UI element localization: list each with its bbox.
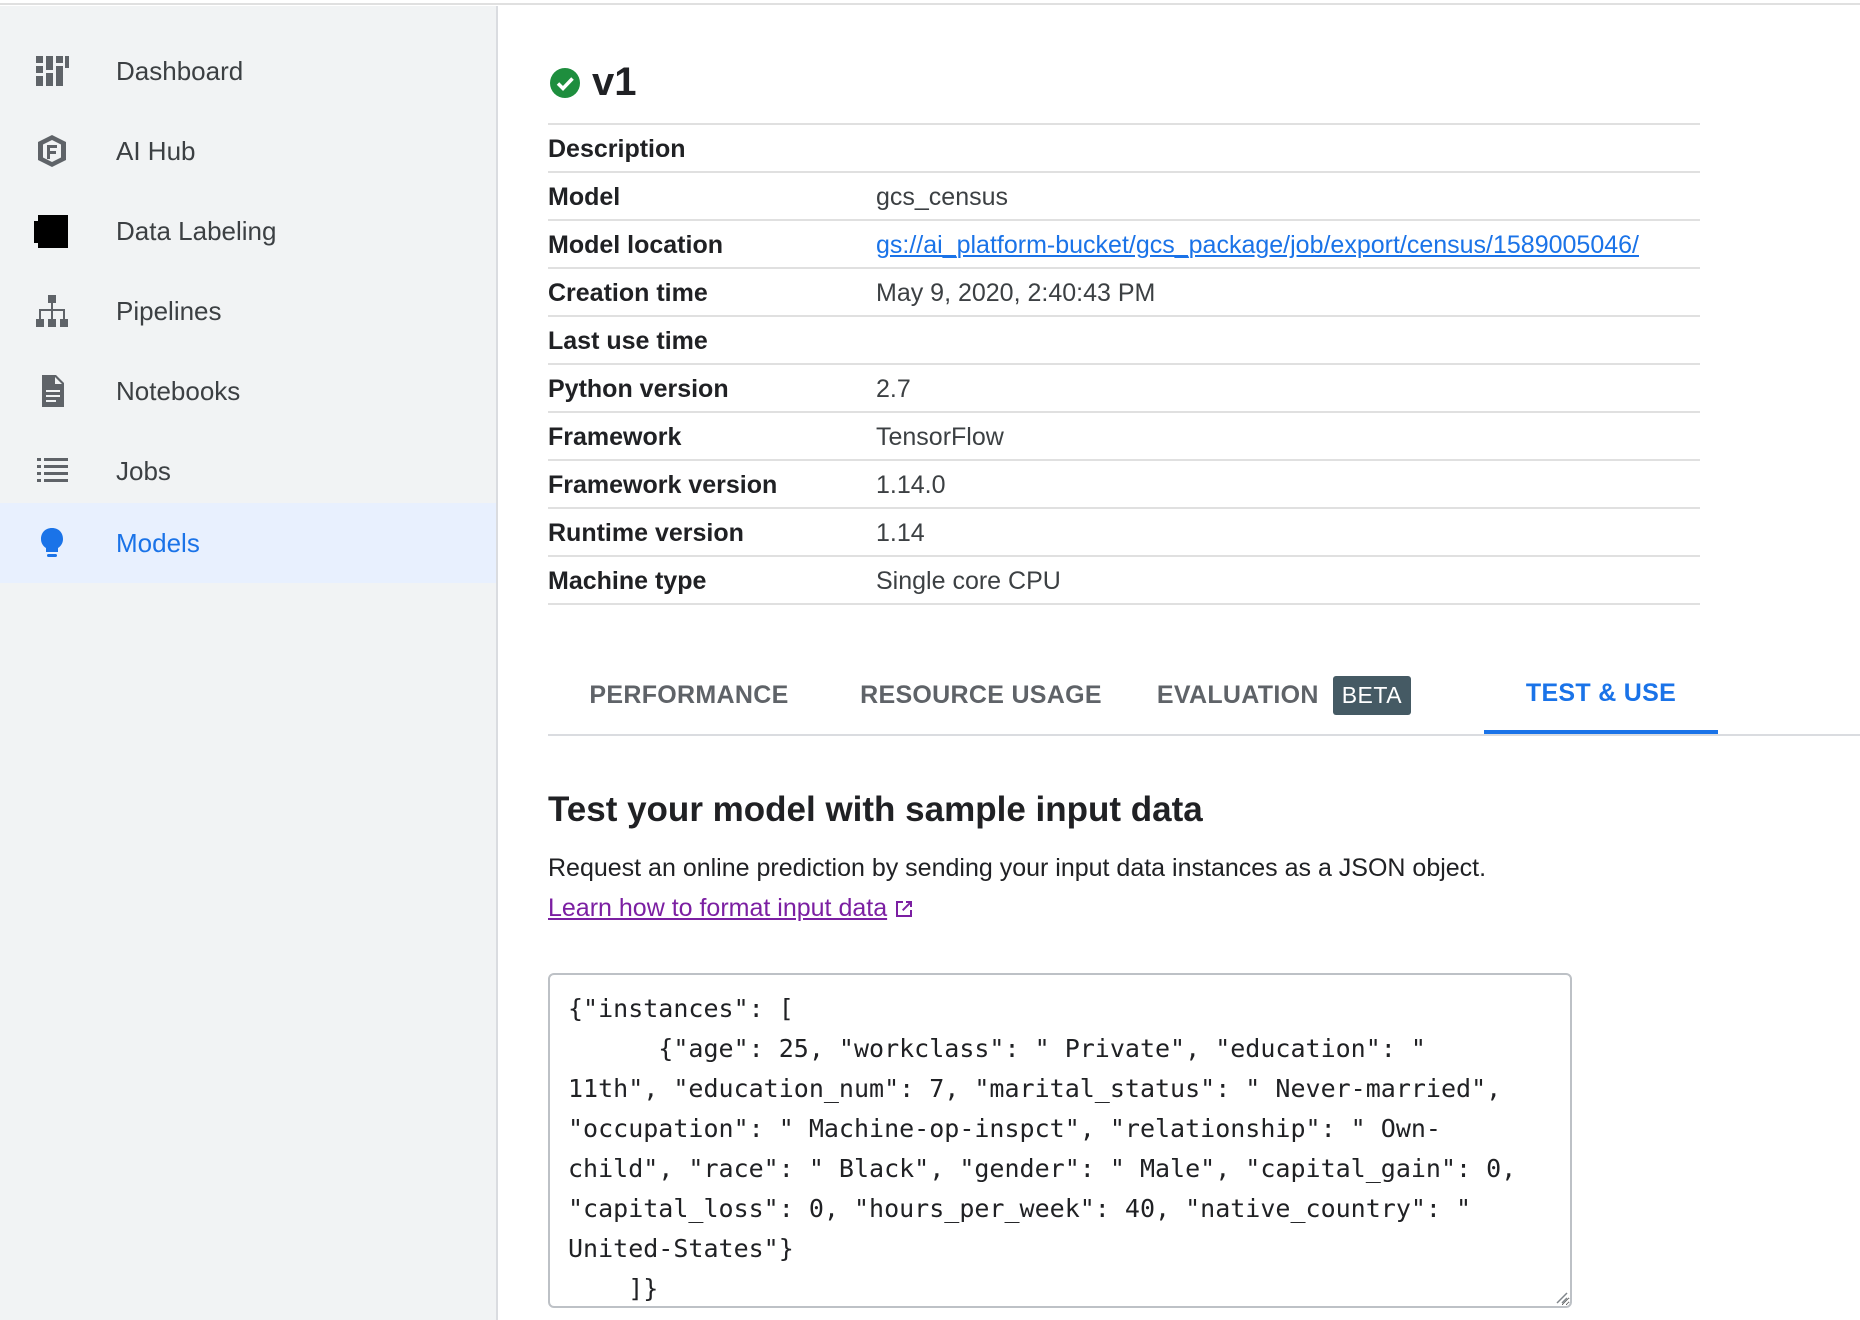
section-title: Test your model with sample input data bbox=[548, 790, 1203, 829]
tab-performance[interactable]: PERFORMANCE bbox=[548, 656, 830, 734]
tab-resource-usage[interactable]: RESOURCE USAGE bbox=[830, 656, 1132, 734]
detail-row: Framework TensorFlow bbox=[548, 413, 1700, 461]
pipelines-icon bbox=[34, 293, 70, 329]
tab-bar: PERFORMANCE RESOURCE USAGE EVALUATION BE… bbox=[548, 656, 1860, 736]
sidebar-item-models[interactable]: Models bbox=[0, 503, 496, 583]
sidebar-item-data-labeling[interactable]: Data Labeling bbox=[0, 191, 496, 271]
json-input-textarea[interactable]: {"instances": [ {"age": 25, "workclass":… bbox=[548, 973, 1572, 1308]
detail-row: Framework version 1.14.0 bbox=[548, 461, 1700, 509]
sidebar-item-label: AI Hub bbox=[116, 135, 196, 166]
detail-row: Runtime version 1.14 bbox=[548, 509, 1700, 557]
sidebar-item-label: Notebooks bbox=[116, 375, 241, 406]
beta-badge: BETA bbox=[1332, 675, 1412, 715]
detail-row: Model location gs://ai_platform-bucket/g… bbox=[548, 221, 1700, 269]
detail-key: Framework bbox=[548, 423, 682, 451]
detail-row: Machine type Single core CPU bbox=[548, 557, 1700, 605]
tab-label: PERFORMANCE bbox=[589, 680, 789, 709]
sidebar-item-ai-hub[interactable]: AI Hub bbox=[0, 111, 496, 191]
detail-key: Creation time bbox=[548, 279, 708, 307]
detail-key: Last use time bbox=[548, 327, 708, 355]
tab-test-and-use[interactable]: TEST & USE bbox=[1484, 656, 1718, 734]
sidebar-item-label: Pipelines bbox=[116, 295, 222, 326]
detail-key: Runtime version bbox=[548, 519, 744, 547]
version-header: v1 bbox=[548, 60, 637, 105]
sidebar-nav: Dashboard AI Hub Data Labeling Pipelines… bbox=[0, 6, 498, 1320]
lightbulb-icon bbox=[34, 525, 70, 561]
tab-evaluation[interactable]: EVALUATION BETA bbox=[1132, 656, 1436, 734]
details-table: Description Model gcs_census Model locat… bbox=[548, 123, 1700, 605]
dashboard-icon bbox=[34, 53, 70, 89]
check-circle-icon bbox=[550, 67, 580, 98]
sidebar-item-label: Jobs bbox=[116, 455, 171, 486]
detail-row: Python version 2.7 bbox=[548, 365, 1700, 413]
detail-value: 1.14 bbox=[876, 519, 925, 547]
resize-handle-icon[interactable] bbox=[1554, 1290, 1568, 1304]
detail-key: Model bbox=[548, 183, 621, 211]
page-title: v1 bbox=[592, 60, 637, 104]
detail-value: May 9, 2020, 2:40:43 PM bbox=[876, 279, 1156, 307]
sidebar-item-jobs[interactable]: Jobs bbox=[0, 431, 496, 511]
data-labeling-icon bbox=[34, 213, 70, 249]
sidebar-item-notebooks[interactable]: Notebooks bbox=[0, 351, 496, 431]
detail-value: Single core CPU bbox=[876, 567, 1061, 595]
detail-row: Model gcs_census bbox=[548, 173, 1700, 221]
detail-key: Framework version bbox=[548, 471, 778, 499]
learn-format-link-label: Learn how to format input data bbox=[548, 894, 888, 922]
detail-key: Machine type bbox=[548, 567, 707, 595]
detail-key: Model location bbox=[548, 231, 723, 259]
sidebar-item-dashboard[interactable]: Dashboard bbox=[0, 31, 496, 111]
detail-key: Python version bbox=[548, 375, 729, 403]
open-in-new-icon bbox=[896, 900, 913, 917]
model-location-link[interactable]: gs://ai_platform-bucket/gcs_package/job/… bbox=[876, 231, 1639, 259]
main-content: v1 Description Model gcs_census Model lo… bbox=[500, 6, 1860, 1320]
tab-label: TEST & USE bbox=[1525, 678, 1677, 707]
ai-hub-icon bbox=[34, 133, 70, 169]
sidebar-item-label: Models bbox=[116, 527, 200, 558]
notebooks-icon bbox=[34, 373, 70, 409]
tab-label: EVALUATION bbox=[1156, 680, 1319, 709]
detail-value: 1.14.0 bbox=[876, 471, 946, 499]
top-divider bbox=[0, 0, 1860, 5]
detail-value: 2.7 bbox=[876, 375, 911, 403]
detail-value: gcs_census bbox=[876, 183, 1009, 211]
detail-key: Description bbox=[548, 135, 686, 163]
tab-label: RESOURCE USAGE bbox=[860, 680, 1102, 709]
jobs-icon bbox=[34, 453, 70, 489]
sidebar-item-pipelines[interactable]: Pipelines bbox=[0, 271, 496, 351]
detail-row: Description bbox=[548, 125, 1700, 173]
sidebar-item-label: Dashboard bbox=[116, 55, 244, 86]
detail-value-container: gs://ai_platform-bucket/gcs_package/job/… bbox=[876, 231, 1639, 260]
section-description: Request an online prediction by sending … bbox=[548, 854, 1487, 882]
sidebar-item-label: Data Labeling bbox=[116, 215, 277, 246]
detail-row: Last use time bbox=[548, 317, 1700, 365]
detail-row: Creation time May 9, 2020, 2:40:43 PM bbox=[548, 269, 1700, 317]
detail-value: TensorFlow bbox=[876, 423, 1004, 451]
learn-format-link[interactable]: Learn how to format input data bbox=[548, 894, 915, 923]
